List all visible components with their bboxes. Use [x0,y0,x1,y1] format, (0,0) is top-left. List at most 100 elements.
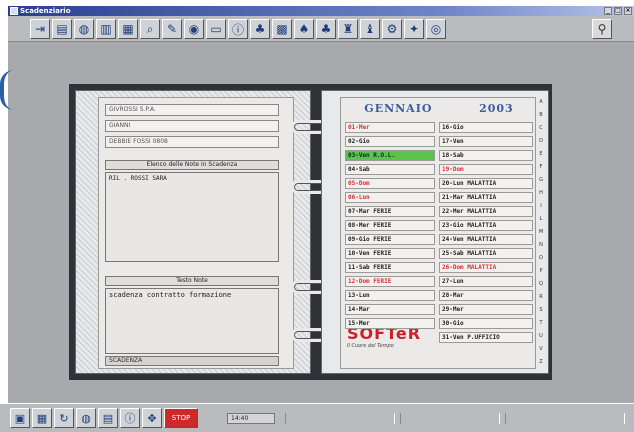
softer-logo: SOFTeR Il Cuore del Tempo [347,324,437,360]
calendar-day[interactable]: 04-Sab [345,164,435,175]
calendar-day[interactable]: 10-Ven FERIE [345,248,435,259]
alphabet-tab[interactable]: H [536,190,546,196]
calendar-day[interactable]: 31-Ven P.UFFICIO [439,332,533,343]
calendar-day[interactable]: 17-Ven [439,136,533,147]
calendar-day[interactable]: 29-Mer [439,304,533,315]
calendar-day[interactable]: 03-Ven R.O.L. [345,150,435,161]
globe-icon[interactable]: ◉ [184,19,204,39]
alphabet-tab[interactable]: P [536,268,546,274]
globe-icon[interactable]: ◍ [76,408,96,428]
window-controls: _ □ × [604,7,632,15]
alphabet-tab[interactable]: V [536,346,546,352]
info-icon[interactable]: ⓘ [228,19,248,39]
alphabet-tab[interactable]: O [536,255,546,261]
calendar-day[interactable]: 27-Lun [439,276,533,287]
calendar-day[interactable]: 09-Gio FERIE [345,234,435,245]
calendar-day[interactable]: 05-Dom [345,178,435,189]
chart-icon[interactable]: ▥ [96,19,116,39]
pen-holder-icon[interactable]: ♜ [338,19,358,39]
calendar-day[interactable]: 08-Mer FERIE [345,220,435,231]
book-icon[interactable]: ▤ [98,408,118,428]
gear-card-icon[interactable]: ⚙ [382,19,402,39]
palm-icon[interactable]: ♣ [250,19,270,39]
alphabet-tab[interactable]: C [536,125,546,131]
calendar-day[interactable]: 28-Mar [439,290,533,301]
maximize-button[interactable]: □ [614,7,622,15]
calendar-day[interactable]: 12-Dom FERIE [345,276,435,287]
calendar-day[interactable]: 01-Mer [345,122,435,133]
calendar-day[interactable]: 07-Mar FERIE [345,206,435,217]
alphabet-tab[interactable]: E [536,151,546,157]
calendar-day[interactable]: 21-Mar MALATTIA [439,192,533,203]
scadenze-list[interactable]: RIL . ROSSI SARA [105,172,279,262]
alphabet-tab[interactable]: T [536,320,546,326]
alphabet-tab[interactable]: I [536,203,546,209]
calendar-day[interactable]: 14-Mar [345,304,435,315]
screen-icon[interactable]: ▭ [206,19,226,39]
wrench-card-icon[interactable]: ✦ [404,19,424,39]
window-title: Scadenziario [20,7,71,15]
clock: 14:40 [227,413,275,424]
tree-icon[interactable]: ♠ [294,19,314,39]
alphabet-tab[interactable]: N [536,242,546,248]
move-icon[interactable]: ✥ [142,408,162,428]
left-page: GIVROSSI S.P.A. GIANNI DEBBIE FOSSI 0808… [75,90,311,374]
grid-icon[interactable]: ▦ [32,408,52,428]
cd-icon[interactable]: ◎ [426,19,446,39]
stop-icon[interactable]: STOP [164,408,198,428]
calendar-day[interactable]: 25-Sab MALATTIA [439,248,533,259]
year-label: 2003 [479,102,514,115]
status-slot [400,413,500,424]
note-textarea[interactable]: scadenza contratto formazione [105,288,279,354]
bottle-icon[interactable]: ♝ [360,19,380,39]
alphabet-tab[interactable]: F [536,164,546,170]
app-icon [10,7,18,15]
globe-card-icon[interactable]: ◍ [74,19,94,39]
alphabet-tab[interactable]: U [536,333,546,339]
alphabet-tab[interactable]: G [536,177,546,183]
person-field[interactable]: GIANNI [105,120,279,132]
calendar-day[interactable]: 13-Lun [345,290,435,301]
calendar-day[interactable]: 24-Ven MALATTIA [439,234,533,245]
alphabet-tab[interactable]: B [536,112,546,118]
alphabet-tabs: A B C D E F G H I L M N O P Q R S T U V Z [536,99,546,365]
alphabet-tab[interactable]: D [536,138,546,144]
calendar-day[interactable]: 20-Lun MALATTIA [439,178,533,189]
info-icon[interactable]: ⓘ [120,408,140,428]
pencil-card-icon[interactable]: ✎ [162,19,182,39]
calendar-day[interactable]: 22-Mer MALATTIA [439,206,533,217]
calendar-day[interactable]: 16-Gio [439,122,533,133]
calendar-icon[interactable]: ▩ [272,19,292,39]
calendar-day[interactable]: 23-Gio MALATTIA [439,220,533,231]
alphabet-tab[interactable]: M [536,229,546,235]
calendar-day[interactable]: 06-Lun [345,192,435,203]
alphabet-tab[interactable]: L [536,216,546,222]
calendar-day[interactable]: 26-Dom MALATTIA [439,262,533,273]
contact-field[interactable]: DEBBIE FOSSI 0808 [105,136,279,148]
status-slot [285,413,395,424]
card-icon[interactable]: ▤ [52,19,72,39]
exit-door-icon[interactable]: ⇥ [30,19,50,39]
alphabet-tab[interactable]: Z [536,359,546,365]
alphabet-tab[interactable]: R [536,294,546,300]
calendar-day[interactable]: 15-Mer [345,318,435,329]
refresh-icon[interactable]: ↻ [54,408,74,428]
calendar-day[interactable]: 02-Gio [345,136,435,147]
scadenze-title: Elenco delle Note in Scadenza [105,160,279,170]
close-button[interactable]: × [624,7,632,15]
minimize-button[interactable]: _ [604,7,612,15]
calendar-day[interactable]: 18-Sab [439,150,533,161]
person-door-icon[interactable]: ⚲ [592,19,612,39]
palm-tree-icon[interactable]: ♣ [316,19,336,39]
alphabet-tab[interactable]: Q [536,281,546,287]
calendar-day[interactable]: 19-Dom [439,164,533,175]
books-icon[interactable]: ▦ [118,19,138,39]
alphabet-tab[interactable]: A [536,99,546,105]
alphabet-tab[interactable]: S [536,307,546,313]
monitor-icon[interactable]: ▣ [10,408,30,428]
search-card-icon[interactable]: ⌕ [140,19,160,39]
scadenze-item[interactable]: RIL . ROSSI SARA [109,175,275,183]
company-field[interactable]: GIVROSSI S.P.A. [105,104,279,116]
calendar-day[interactable]: 30-Gio [439,318,533,329]
calendar-day[interactable]: 11-Sab FERIE [345,262,435,273]
